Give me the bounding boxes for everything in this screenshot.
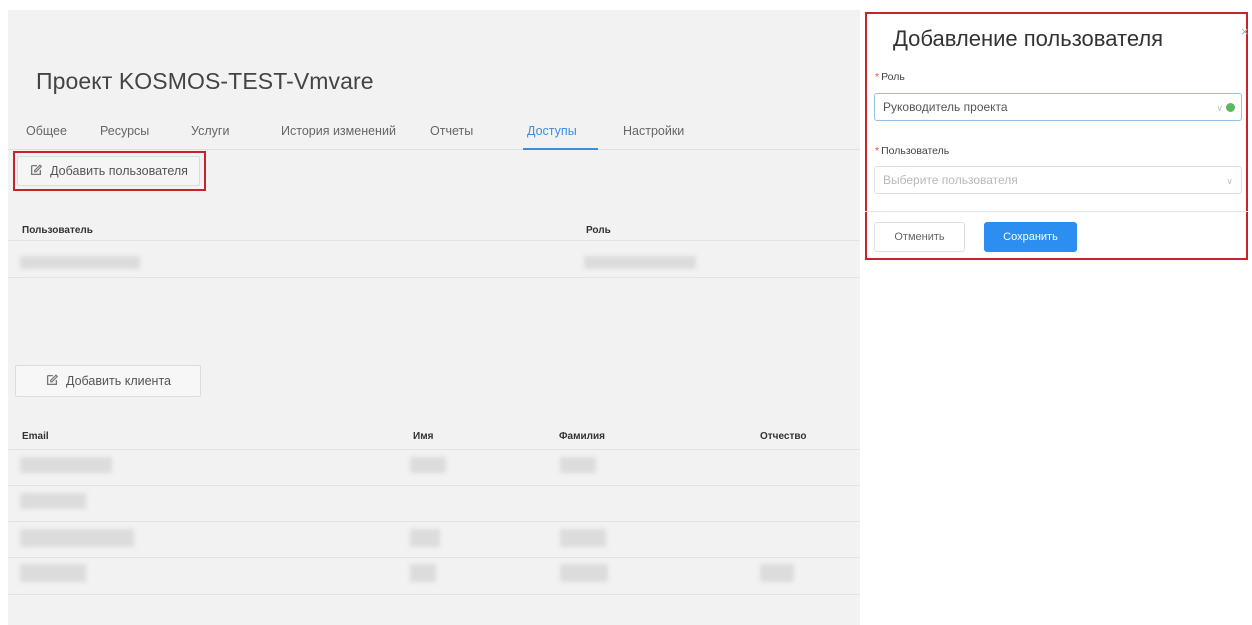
- table-row-redacted: [560, 457, 596, 473]
- highlight-add-user: [13, 151, 206, 191]
- tab-access[interactable]: Доступы: [527, 124, 577, 138]
- table-row-redacted: [560, 564, 608, 582]
- table-divider: [8, 277, 860, 278]
- column-header-email: Email: [22, 431, 49, 442]
- table-row-redacted: [20, 256, 140, 269]
- user-select-placeholder: Выберите пользователя: [883, 173, 1018, 187]
- table-row-redacted: [20, 457, 112, 473]
- close-icon[interactable]: ×: [1241, 24, 1249, 39]
- tabs: Общее Ресурсы Услуги История изменений О…: [8, 116, 860, 150]
- tab-settings[interactable]: Настройки: [623, 124, 684, 138]
- user-label-text: Пользователь: [881, 145, 950, 157]
- tab-resources[interactable]: Ресурсы: [100, 124, 149, 138]
- role-field-label: * Роль: [875, 71, 905, 83]
- table-row-redacted: [760, 564, 794, 582]
- table-row-redacted: [410, 564, 436, 582]
- table-divider: [8, 240, 860, 241]
- tab-reports[interactable]: Отчеты: [430, 124, 473, 138]
- table-row-redacted: [410, 529, 440, 547]
- tab-general[interactable]: Общее: [26, 124, 67, 138]
- table-divider: [8, 449, 860, 450]
- check-circle-icon: [1226, 103, 1235, 112]
- required-marker: *: [875, 71, 880, 83]
- drawer-divider: [865, 211, 1248, 212]
- role-select[interactable]: Руководитель проекта ∨: [874, 93, 1242, 121]
- column-header-patronymic: Отчество: [760, 431, 807, 442]
- user-field-label: * Пользователь: [875, 145, 949, 157]
- edit-square-icon: [45, 373, 59, 390]
- table-row-redacted: [560, 529, 606, 547]
- user-select[interactable]: Выберите пользователя ∨: [874, 166, 1242, 194]
- active-tab-indicator: [523, 148, 598, 150]
- column-header-role: Роль: [586, 225, 611, 236]
- chevron-down-icon: ∨: [1226, 176, 1233, 186]
- chevron-down-icon: ∨: [1216, 103, 1223, 113]
- table-row-redacted: [20, 529, 134, 547]
- column-header-first-name: Имя: [413, 431, 434, 442]
- table-row-redacted: [410, 457, 446, 473]
- table-divider: [8, 557, 860, 558]
- tab-history[interactable]: История изменений: [281, 124, 396, 138]
- table-row-redacted: [584, 256, 696, 269]
- column-header-last-name: Фамилия: [559, 431, 605, 442]
- table-row-redacted: [20, 564, 86, 582]
- table-divider: [8, 521, 860, 522]
- role-label-text: Роль: [881, 71, 905, 83]
- drawer-title: Добавление пользователя: [893, 26, 1164, 51]
- table-divider: [8, 485, 860, 486]
- project-page: Проект KOSMOS-TEST-Vmvare Общее Ресурсы …: [8, 10, 860, 625]
- required-marker: *: [875, 145, 880, 157]
- role-select-value: Руководитель проекта: [883, 100, 1008, 114]
- page-title: Проект KOSMOS-TEST-Vmvare: [36, 68, 374, 94]
- add-client-label: Добавить клиента: [66, 374, 171, 388]
- column-header-user: Пользователь: [22, 225, 93, 236]
- save-button[interactable]: Сохранить: [984, 222, 1077, 252]
- add-client-button[interactable]: Добавить клиента: [15, 365, 201, 397]
- table-row-redacted: [20, 493, 86, 509]
- table-divider: [8, 594, 860, 595]
- cancel-button[interactable]: Отменить: [874, 222, 965, 252]
- add-user-drawer: Добавление пользователя × * Роль Руководи…: [860, 0, 1252, 625]
- tab-services[interactable]: Услуги: [191, 124, 229, 138]
